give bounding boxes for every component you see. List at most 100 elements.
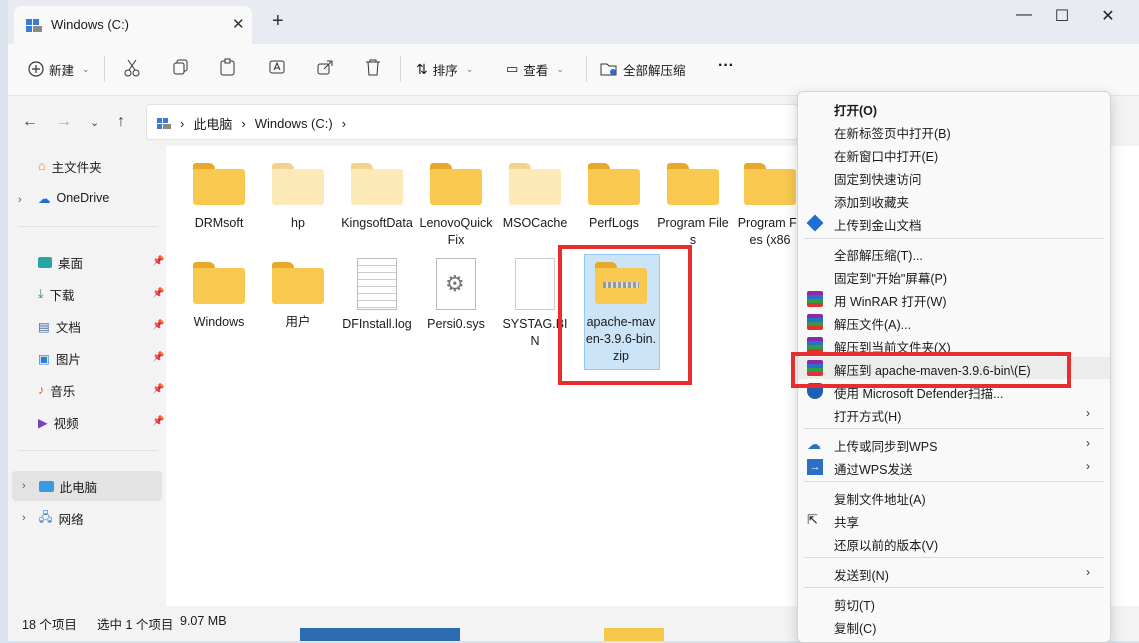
command-bar: 新建 ⌄ ⇅ 排序 ⌄ ▭ 查看 ⌄ 全部解压缩 ··· bbox=[8, 44, 1139, 96]
address-bar[interactable]: › 此电脑 › Windows (C:) › bbox=[146, 104, 798, 140]
folder-item[interactable]: Program Files bbox=[656, 163, 730, 249]
pin-icon[interactable]: 📌 bbox=[152, 288, 164, 299]
breadcrumb-separator-icon: › bbox=[341, 116, 347, 131]
folder-item[interactable]: LenovoQuickFix bbox=[419, 163, 493, 249]
chevron-down-icon: ⌄ bbox=[82, 63, 90, 74]
computer-icon bbox=[38, 480, 54, 492]
menu-item-pin-quick-access[interactable]: 固定到快速访问 bbox=[798, 166, 1110, 188]
toolbar-divider bbox=[104, 56, 105, 82]
pin-icon[interactable]: 📌 bbox=[152, 416, 164, 427]
rename-icon[interactable] bbox=[269, 59, 285, 75]
recent-dropdown-icon[interactable]: ⌄ bbox=[90, 116, 99, 129]
folder-item[interactable]: 用户 bbox=[261, 262, 335, 331]
folder-icon bbox=[588, 163, 640, 205]
menu-item-copy[interactable]: 复制(C) bbox=[798, 615, 1110, 637]
extract-folder-icon bbox=[600, 63, 617, 76]
menu-divider bbox=[804, 238, 1104, 239]
menu-item-copy-path[interactable]: 复制文件地址(A) bbox=[798, 486, 1110, 508]
minimize-button[interactable]: — bbox=[1004, 6, 1044, 28]
background-window bbox=[604, 628, 664, 641]
extract-all-button[interactable]: 全部解压缩 bbox=[600, 58, 686, 80]
file-item[interactable]: ⚙ Persi0.sys bbox=[419, 258, 493, 333]
new-tab-button[interactable]: + bbox=[272, 11, 284, 31]
close-window-button[interactable]: ✕ bbox=[1088, 6, 1128, 28]
folder-icon bbox=[272, 262, 324, 304]
file-item[interactable]: DFInstall.log bbox=[340, 258, 414, 333]
menu-divider bbox=[804, 557, 1104, 558]
folder-item[interactable]: MSOCache bbox=[498, 163, 572, 232]
folder-icon bbox=[430, 163, 482, 205]
sort-icon: ⇅ bbox=[416, 60, 428, 77]
breadcrumb-drive[interactable]: Windows (C:) bbox=[255, 116, 333, 131]
folder-item[interactable]: DRMsoft bbox=[182, 163, 256, 232]
folder-icon bbox=[193, 262, 245, 304]
sidebar-divider bbox=[18, 226, 158, 227]
winrar-icon bbox=[807, 337, 823, 353]
plus-circle-icon bbox=[28, 61, 44, 77]
pin-icon[interactable]: 📌 bbox=[152, 352, 164, 363]
folder-item[interactable]: Windows bbox=[182, 262, 256, 331]
sort-label: 排序 bbox=[432, 63, 458, 78]
new-label: 新建 bbox=[49, 63, 75, 78]
chevron-right-icon: › bbox=[1086, 436, 1090, 450]
tab-close-icon[interactable]: ✕ bbox=[232, 15, 245, 33]
pin-icon[interactable]: 📌 bbox=[152, 384, 164, 395]
menu-item-open-winrar[interactable]: 用 WinRAR 打开(W) bbox=[798, 288, 1110, 310]
menu-item-send-wps[interactable]: → 通过WPS发送 › bbox=[798, 456, 1110, 478]
menu-item-send-to[interactable]: 发送到(N) › bbox=[798, 562, 1110, 584]
delete-icon[interactable] bbox=[365, 58, 381, 76]
expand-chevron-icon[interactable]: › bbox=[22, 512, 26, 524]
sidebar-divider bbox=[18, 450, 158, 451]
forward-arrow-icon[interactable]: → bbox=[56, 113, 72, 131]
folder-item[interactable]: Program Files (x86 bbox=[735, 163, 805, 249]
new-button[interactable]: 新建 ⌄ bbox=[28, 58, 90, 80]
winrar-icon bbox=[807, 314, 823, 330]
menu-item-pin-start[interactable]: 固定到"开始"屏幕(P) bbox=[798, 265, 1110, 287]
share-icon[interactable] bbox=[317, 59, 333, 75]
maximize-button[interactable]: ☐ bbox=[1042, 6, 1082, 28]
menu-item-open-new-window[interactable]: 在新窗口中打开(E) bbox=[798, 143, 1110, 165]
menu-item-open[interactable]: 打开(O) bbox=[798, 97, 1110, 119]
back-arrow-icon[interactable]: ← bbox=[22, 113, 38, 131]
menu-divider bbox=[804, 428, 1104, 429]
desktop-icon bbox=[38, 256, 52, 268]
copy-icon[interactable] bbox=[173, 59, 189, 75]
tab-windows-c[interactable]: Windows (C:) ✕ bbox=[14, 6, 252, 44]
folder-icon bbox=[667, 163, 719, 205]
menu-item-restore-versions[interactable]: 还原以前的版本(V) bbox=[798, 532, 1110, 554]
breadcrumb-this-pc[interactable]: 此电脑 bbox=[193, 114, 232, 133]
sort-button[interactable]: ⇅ 排序 ⌄ bbox=[416, 58, 473, 80]
menu-item-cut[interactable]: 剪切(T) bbox=[798, 592, 1110, 614]
chevron-down-icon: ⌄ bbox=[556, 63, 564, 74]
paste-icon[interactable] bbox=[220, 58, 236, 76]
folder-item[interactable]: KingsoftData bbox=[340, 163, 414, 232]
picture-icon: ▣ bbox=[38, 351, 50, 366]
pin-icon[interactable]: 📌 bbox=[152, 320, 164, 331]
chevron-down-icon: ⌄ bbox=[465, 63, 474, 74]
chevron-right-icon: › bbox=[1086, 459, 1090, 473]
folder-item[interactable]: PerfLogs bbox=[577, 163, 651, 232]
view-button[interactable]: ▭ 查看 ⌄ bbox=[506, 58, 564, 80]
cut-icon[interactable] bbox=[124, 59, 140, 77]
more-options-button[interactable]: ··· bbox=[718, 57, 734, 75]
sidebar-item-network[interactable]: › 🖧 网络 bbox=[12, 503, 162, 533]
sidebar-item-this-pc[interactable]: › 此电脑 bbox=[12, 471, 162, 501]
menu-item-add-favorites[interactable]: 添加到收藏夹 bbox=[798, 189, 1110, 211]
menu-item-extract-files[interactable]: 解压文件(A)... bbox=[798, 311, 1110, 333]
folder-icon bbox=[509, 163, 561, 205]
menu-item-upload-kingsoft[interactable]: 上传到金山文档 bbox=[798, 212, 1110, 234]
expand-chevron-icon[interactable]: › bbox=[18, 194, 22, 206]
menu-item-open-with[interactable]: 打开方式(H) › bbox=[798, 403, 1110, 425]
folder-item[interactable]: hp bbox=[261, 163, 335, 232]
pin-icon[interactable]: 📌 bbox=[152, 256, 164, 267]
menu-item-open-new-tab[interactable]: 在新标签页中打开(B) bbox=[798, 120, 1110, 142]
up-arrow-icon[interactable]: ↑ bbox=[117, 113, 125, 131]
file-icon bbox=[515, 258, 555, 310]
folder-icon bbox=[351, 163, 403, 205]
menu-item-extract-all[interactable]: 全部解压缩(T)... bbox=[798, 242, 1110, 264]
network-icon: 🖧 bbox=[38, 509, 53, 524]
menu-item-upload-wps[interactable]: ☁ 上传或同步到WPS › bbox=[798, 433, 1110, 455]
expand-chevron-icon[interactable]: › bbox=[22, 480, 26, 492]
folder-icon bbox=[744, 163, 796, 205]
menu-item-share[interactable]: ⇱ 共享 bbox=[798, 509, 1110, 531]
